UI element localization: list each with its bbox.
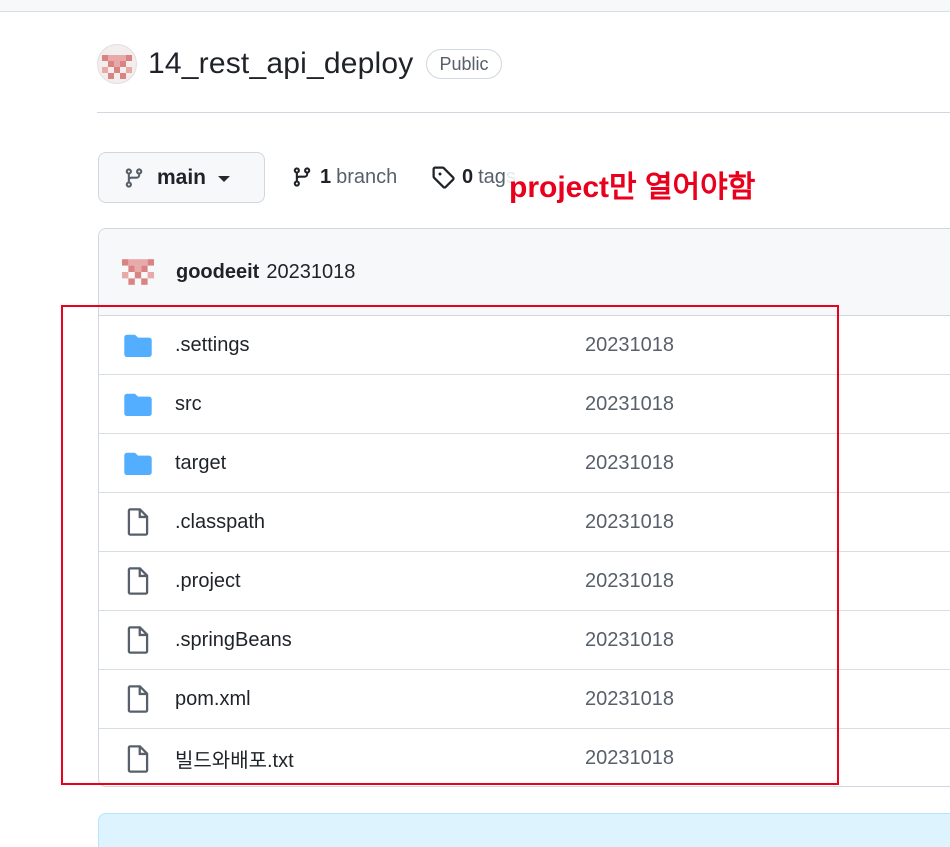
file-row[interactable]: src 20231018 [99,375,950,434]
commit-message-link[interactable]: 20231018 [266,261,355,284]
file-row[interactable]: pom.xml 20231018 [99,670,950,729]
tags-link[interactable]: 0 tags [431,163,516,191]
file-icon [123,566,153,596]
file-name-link[interactable]: src [175,393,202,416]
file-commit-message[interactable]: 20231018 [585,570,674,593]
file-commit-message[interactable]: 20231018 [585,629,674,652]
branch-name: main [157,165,207,189]
file-row[interactable]: .springBeans 20231018 [99,611,950,670]
file-name-link[interactable]: .classpath [175,511,265,534]
file-icon [123,744,153,774]
identicon-icon [122,259,154,285]
readme-panel [98,813,950,847]
commit-author-avatar[interactable] [121,257,155,287]
annotation-text: project만 열어야함 [505,162,760,206]
file-icon [123,684,153,714]
file-commit-message[interactable]: 20231018 [585,688,674,711]
branch-select-button[interactable]: main [98,152,265,203]
tag-count: 0 [462,165,474,188]
file-commit-message[interactable]: 20231018 [585,393,674,416]
file-commit-message[interactable]: 20231018 [585,452,674,475]
branch-label: branch [336,165,398,188]
folder-icon [123,448,153,478]
file-row[interactable]: 빌드와배포.txt 20231018 [99,729,950,786]
chevron-down-icon [218,176,231,182]
visibility-badge: Public [426,49,502,79]
file-row[interactable]: target 20231018 [99,434,950,493]
file-name-link[interactable]: 빌드와배포.txt [175,744,294,773]
header-divider [97,112,950,113]
file-name-link[interactable]: .settings [175,334,249,357]
file-name-link[interactable]: pom.xml [175,688,251,711]
folder-icon [123,330,153,360]
branches-link[interactable]: 1 branch [291,163,397,191]
commit-author-link[interactable]: goodeeit [176,261,259,284]
repo-header: 14_rest_api_deploy Public [97,42,502,86]
branch-count: 1 [320,165,332,188]
tag-icon [432,166,455,189]
file-row[interactable]: .project 20231018 [99,552,950,611]
repo-name-link[interactable]: 14_rest_api_deploy [148,47,413,81]
file-icon [123,507,153,537]
git-branch-icon [125,167,143,188]
identicon-icon [102,55,132,79]
top-navigation-strip [0,0,950,12]
file-icon [123,625,153,655]
file-name-link[interactable]: target [175,452,226,475]
file-commit-message[interactable]: 20231018 [585,747,674,770]
file-name-link[interactable]: .project [175,570,241,593]
file-name-link[interactable]: .springBeans [175,629,292,652]
folder-icon [123,389,153,419]
git-branch-icon [293,167,311,187]
owner-avatar[interactable] [97,44,137,84]
file-row[interactable]: .settings 20231018 [99,316,950,375]
file-commit-message[interactable]: 20231018 [585,511,674,534]
file-commit-message[interactable]: 20231018 [585,334,674,357]
file-list: goodeeit 20231018 .settings 20231018 src… [98,228,950,787]
latest-commit-row: goodeeit 20231018 [99,229,950,316]
file-row[interactable]: .classpath 20231018 [99,493,950,552]
